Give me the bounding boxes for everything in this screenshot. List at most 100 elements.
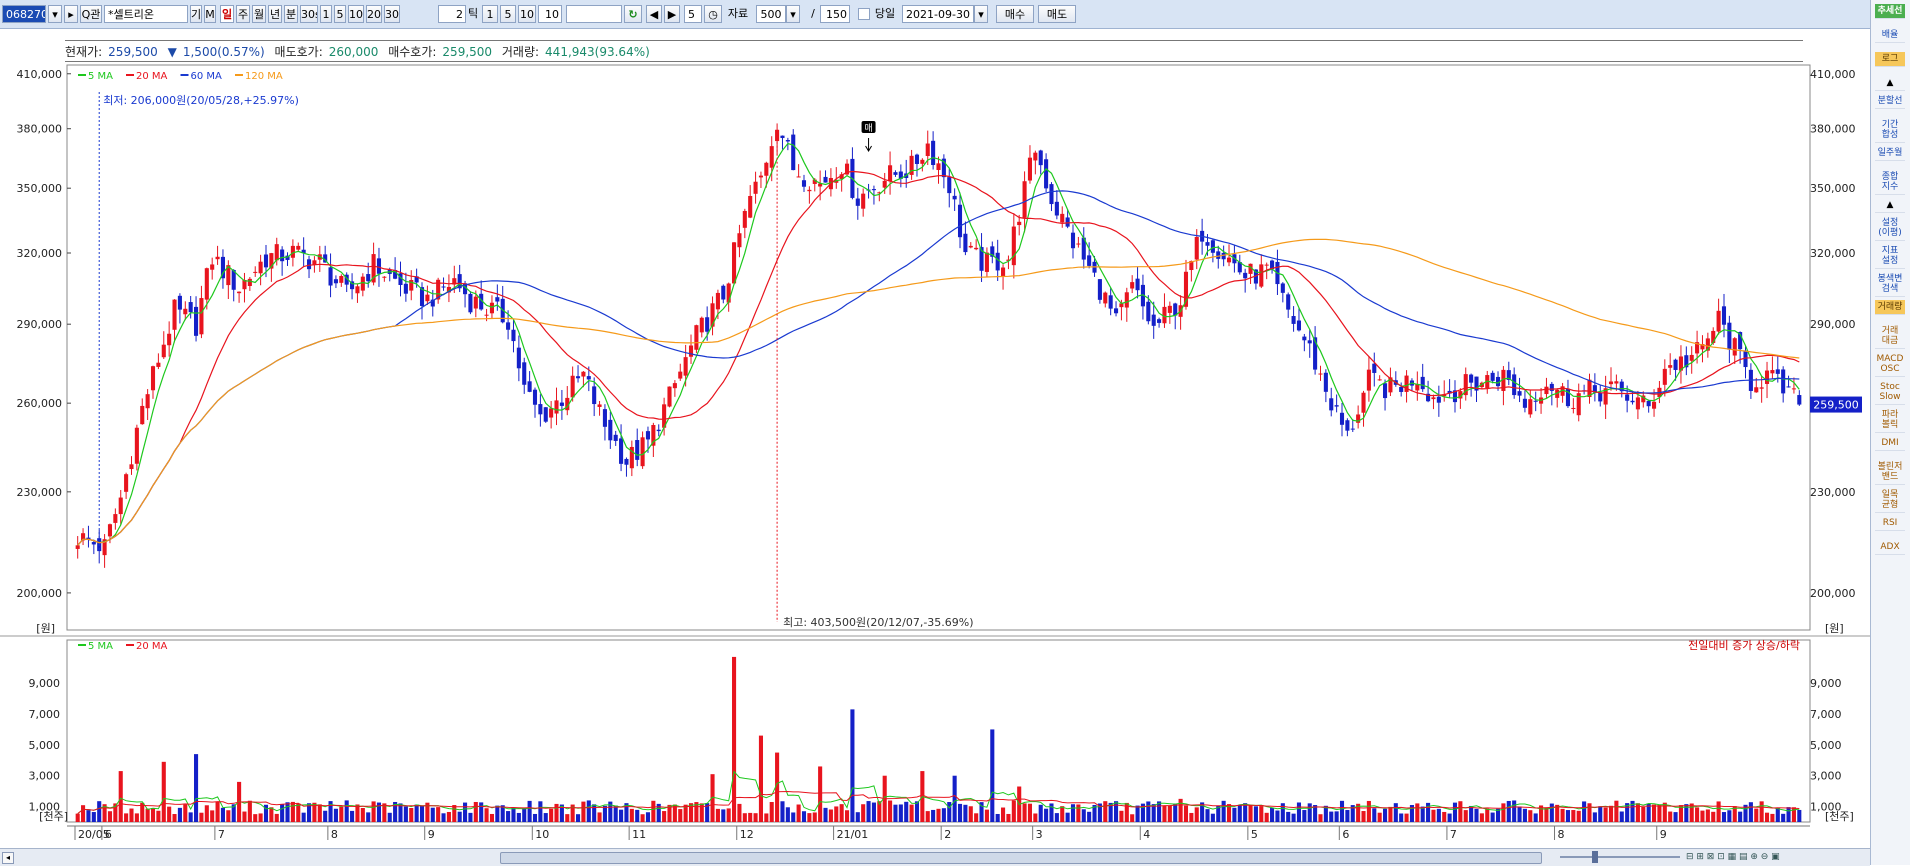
candle-body (931, 140, 936, 165)
candle-body (914, 154, 920, 164)
volume-bar (1775, 807, 1780, 822)
candle-body (1797, 395, 1802, 405)
sidebar-item-2[interactable]: 로그 (1875, 52, 1905, 67)
volume-bar (1565, 810, 1571, 822)
candle-body (306, 259, 312, 270)
candle-body (1205, 242, 1210, 246)
candle-body (635, 440, 640, 460)
scroll-thumb[interactable] (500, 852, 1542, 864)
candle-body (527, 381, 532, 392)
price-unit-right: [원] (1825, 622, 1844, 635)
volume-tick-right: 7,000 (1810, 708, 1842, 721)
sidebar-item-11[interactable]: 봉색변 검색 (1875, 272, 1905, 297)
sidebar-item-21[interactable]: ADX (1875, 540, 1905, 555)
candle-body (1070, 232, 1076, 249)
sidebar-item-13[interactable]: 거래 대금 (1875, 324, 1905, 349)
sidebar-item-18[interactable]: 볼린저 밴드 (1875, 460, 1905, 485)
candle-body (1226, 257, 1232, 263)
chart-horizontal-scrollbar[interactable]: ◂ ⊟ ⊞ ⊠ ⊡ ▦ ▤ ⊕ ⊖ ▣ (0, 848, 1870, 866)
candle-body (247, 278, 252, 286)
volume-bar (468, 812, 473, 822)
candle-body (888, 165, 893, 182)
volume-bar (957, 803, 963, 822)
sidebar-item-3[interactable]: ▲ (1875, 76, 1905, 91)
zoom-slider-handle[interactable] (1592, 851, 1598, 863)
volume-bar (581, 801, 586, 822)
candle-body (893, 172, 898, 175)
volume-bar (1614, 800, 1619, 822)
sidebar-item-14[interactable]: MACD OSC (1875, 352, 1905, 377)
volume-bar (409, 808, 414, 822)
candle-body (726, 283, 731, 303)
volume-bar (457, 811, 462, 822)
stock-chart[interactable]: 410,000 410,000 380,000 380,000 350,000 350,0… (0, 0, 1870, 848)
zoom-slider-track[interactable] (1560, 856, 1680, 858)
sidebar-item-20[interactable]: RSI (1875, 516, 1905, 531)
candle-body (468, 293, 473, 313)
sidebar-item-10[interactable]: 지표 설정 (1875, 244, 1905, 269)
sidebar-item-12[interactable]: 거래량 (1875, 300, 1905, 315)
view-mode-icons[interactable]: ⊟ ⊞ ⊠ ⊡ ▦ ▤ ⊕ ⊖ ▣ (1686, 852, 1856, 863)
volume-bar (538, 801, 543, 822)
volume-bar (871, 802, 876, 822)
volume-bar (1431, 809, 1436, 822)
volume-bar (1619, 811, 1624, 822)
volume-bar (1576, 810, 1581, 822)
candle-body (91, 542, 96, 545)
volume-bar (645, 812, 651, 822)
candle-body (253, 271, 258, 273)
x-label: 8 (1558, 828, 1565, 841)
legend-2: 60 MA (191, 71, 223, 82)
sidebar-item-5[interactable]: 기간 합성 (1875, 118, 1905, 143)
volume-bar (914, 801, 920, 822)
sidebar-item-0[interactable]: 추세선 (1875, 4, 1905, 19)
volume-bar (1727, 810, 1732, 822)
volume-bar (1070, 804, 1076, 822)
sidebar-item-16[interactable]: 파라 볼릭 (1875, 408, 1905, 433)
volume-bar (441, 813, 446, 822)
volume-bar (387, 812, 392, 822)
sidebar-item-15[interactable]: Stoc Slow (1875, 380, 1905, 405)
candle-body (823, 176, 828, 183)
volume-bar (1151, 804, 1156, 822)
candle-body (1329, 398, 1334, 411)
price-tick-left: 290,000 (17, 318, 63, 331)
sidebar-item-4[interactable]: 분할선 (1875, 94, 1905, 109)
volume-bar (1786, 807, 1791, 822)
volume-bar (269, 807, 274, 822)
candle-body (1420, 376, 1425, 390)
candle-body (737, 233, 742, 248)
sidebar-item-17[interactable]: DMI (1875, 436, 1905, 451)
sidebar-item-7[interactable]: 종합 지수 (1875, 170, 1905, 195)
volume-bar (210, 810, 215, 822)
current-price-tag-label: 259,500 (1813, 399, 1859, 412)
candle-body (807, 189, 812, 192)
x-label: 5 (1251, 828, 1258, 841)
price-tick-right: 380,000 (1810, 123, 1856, 136)
volume-bar (1695, 807, 1700, 822)
sidebar-item-6[interactable]: 일주월 (1875, 146, 1905, 161)
candle-body (855, 198, 860, 206)
volume-bar (753, 813, 758, 822)
candle-body (586, 376, 591, 380)
volume-bar (1167, 805, 1172, 822)
volume-bar (1275, 810, 1280, 822)
volume-bar (1361, 811, 1366, 822)
volume-bar (1501, 803, 1506, 822)
candle-body (920, 159, 925, 164)
sidebar-item-1[interactable]: 배율 (1875, 28, 1905, 43)
candle-body (161, 344, 166, 358)
candle-body (619, 438, 624, 464)
volume-bar (586, 800, 591, 822)
sidebar-item-19[interactable]: 일목 균형 (1875, 488, 1905, 513)
volume-bar (1119, 810, 1124, 822)
scroll-left-icon[interactable]: ◂ (2, 852, 14, 864)
volume-bar (1178, 798, 1183, 822)
volume-bar (828, 809, 833, 822)
volume-bar (1038, 804, 1043, 822)
candle-body (1668, 365, 1673, 368)
sidebar-item-8[interactable]: ▲ (1875, 198, 1905, 213)
candle-body (1662, 368, 1667, 385)
sidebar-item-9[interactable]: 설정 (이평) (1875, 216, 1905, 241)
ma20-line (77, 170, 1800, 546)
